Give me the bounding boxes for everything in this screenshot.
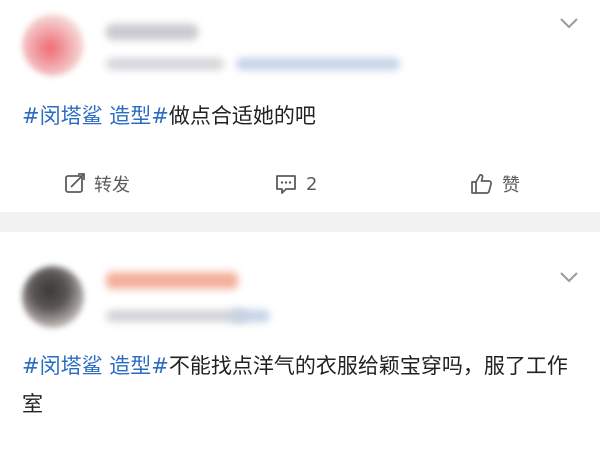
post-timestamp-blurred [106, 58, 224, 70]
chevron-down-icon[interactable] [558, 16, 580, 30]
weibo-feed: #闵塔鲨 造型#做点合适她的吧 转发 2 赞 #闵塔鲨 造型#不能找点洋气的衣服… [0, 0, 600, 456]
thumbs-up-icon [470, 172, 494, 196]
repost-button[interactable]: 转发 [64, 166, 130, 202]
post-body: 做点合适她的吧 [168, 104, 316, 128]
post-source-blurred [230, 310, 270, 322]
repost-label: 转发 [94, 175, 130, 196]
comment-count: 2 [306, 173, 318, 195]
comment-button[interactable]: 2 [274, 166, 317, 202]
post-text: #闵塔鲨 造型#做点合适她的吧 [22, 97, 570, 135]
post-text: #闵塔鲨 造型#不能找点洋气的衣服给颖宝穿吗，服了工作室 [22, 347, 570, 423]
avatar[interactable] [22, 14, 84, 76]
post-card: #闵塔鲨 造型#做点合适她的吧 转发 2 赞 [0, 0, 600, 212]
post-separator [0, 212, 600, 232]
repost-icon [64, 173, 86, 195]
username-blurred[interactable] [106, 272, 238, 289]
hashtag-link[interactable]: 造型# [109, 354, 169, 378]
post-actions: 转发 2 赞 [0, 166, 600, 202]
post-timestamp-blurred [106, 310, 248, 322]
post-body: 不能找点洋气的衣服给颖宝穿吗，服了工作室 [22, 354, 568, 416]
hashtag-link[interactable]: 造型# [109, 104, 169, 128]
post-source-blurred [236, 58, 400, 70]
post-card: #闵塔鲨 造型#不能找点洋气的衣服给颖宝穿吗，服了工作室 [0, 232, 600, 456]
hashtag-link[interactable]: #闵塔鲨 [22, 354, 103, 378]
like-button[interactable]: 赞 [470, 166, 520, 202]
username-blurred[interactable] [106, 24, 198, 40]
like-label: 赞 [502, 175, 520, 196]
hashtag-link[interactable]: #闵塔鲨 [22, 104, 103, 128]
chevron-down-icon[interactable] [558, 270, 580, 284]
avatar[interactable] [22, 266, 84, 328]
comment-icon [274, 173, 298, 195]
